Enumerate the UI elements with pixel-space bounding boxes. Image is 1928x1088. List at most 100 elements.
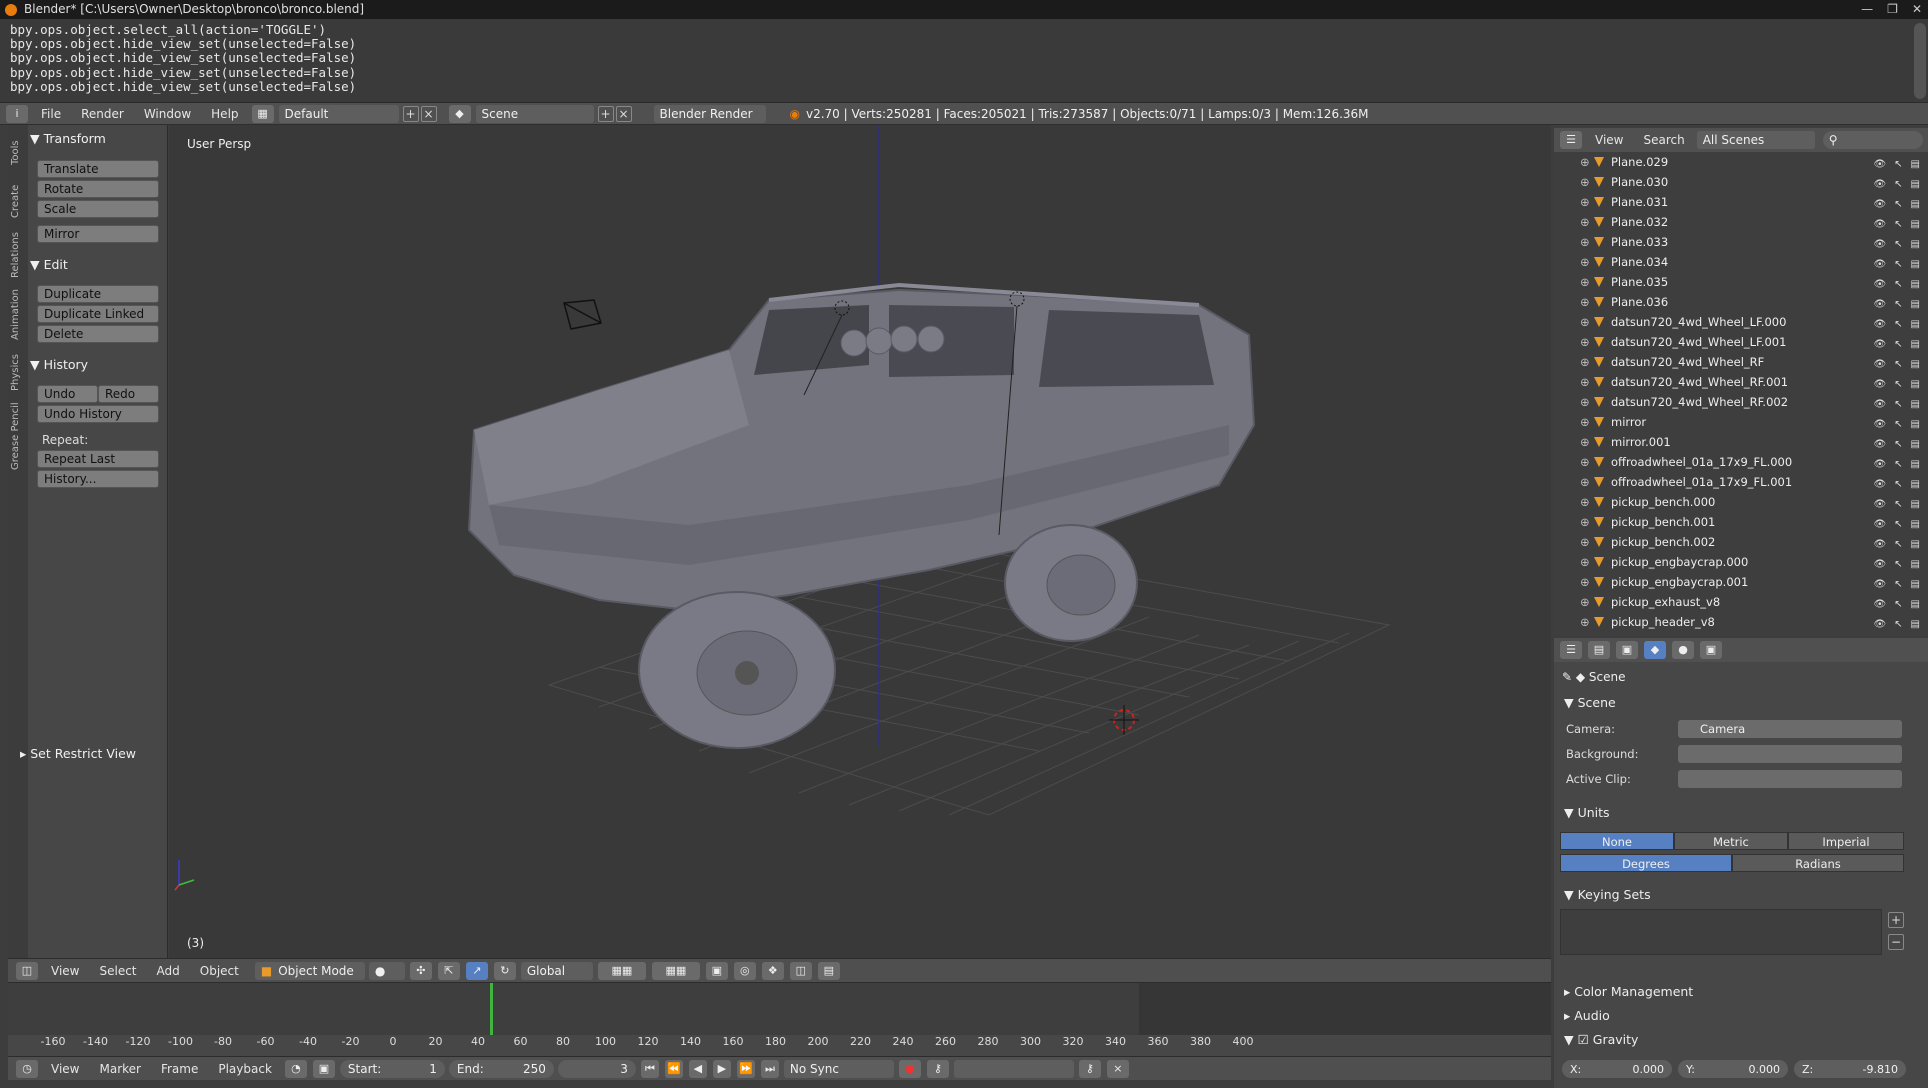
scene-tab-icon[interactable]: ◆ xyxy=(1644,641,1666,659)
add-keying-set-icon[interactable]: + xyxy=(1888,912,1904,928)
camera-field[interactable]: Camera xyxy=(1678,720,1902,738)
display-mode-select[interactable]: All Scenes xyxy=(1696,131,1815,149)
object-name[interactable]: pickup_bench.000 xyxy=(1611,492,1715,512)
expand-icon[interactable]: ⊕ xyxy=(1580,332,1590,352)
duplicate-linked-button[interactable]: Duplicate Linked xyxy=(37,305,159,323)
keying-set-select[interactable] xyxy=(953,1059,1074,1078)
lock-icon[interactable]: ▣ xyxy=(312,1059,335,1078)
outliner-row[interactable]: ⊕ datsun720_4wd_Wheel_RF.001 👁 ↖ ▤ xyxy=(1554,372,1928,392)
pivot-icon[interactable]: ✣ xyxy=(409,961,432,980)
undo-button[interactable]: Undo xyxy=(37,385,98,403)
object-name[interactable]: mirror xyxy=(1611,412,1646,432)
world-tab-icon[interactable]: ● xyxy=(1672,641,1694,659)
history-button[interactable]: History... xyxy=(37,470,159,488)
outliner[interactable]: ⊕ Plane.029 👁 ↖ ▤ ⊕ Plane.030 👁 ↖ ▤ ⊕ Plane.031 👁 ↖ ▤ ⊕… xyxy=(1554,152,1928,636)
tab-physics[interactable]: Physics xyxy=(10,349,26,397)
expand-icon[interactable]: ⊕ xyxy=(1580,512,1590,532)
outliner-row[interactable]: ⊕ Plane.035 👁 ↖ ▤ xyxy=(1554,272,1928,292)
jump-end-icon[interactable]: ⏭ xyxy=(760,1059,779,1078)
expand-icon[interactable]: ⊕ xyxy=(1580,152,1590,172)
menu-view[interactable]: View xyxy=(41,1062,89,1076)
outliner-row[interactable]: ⊕ Plane.032 👁 ↖ ▤ xyxy=(1554,212,1928,232)
scale-button[interactable]: Scale xyxy=(37,200,159,218)
remove-scene-icon[interactable]: × xyxy=(615,105,632,122)
tab-grease-pencil[interactable]: Grease Pencil xyxy=(10,401,26,471)
translate-button[interactable]: Translate xyxy=(37,160,159,178)
unit-none-button[interactable]: None xyxy=(1560,832,1674,850)
outliner-row[interactable]: ⊕ mirror 👁 ↖ ▤ xyxy=(1554,412,1928,432)
object-name[interactable]: Plane.034 xyxy=(1611,252,1668,272)
outliner-row[interactable]: ⊕ Plane.029 👁 ↖ ▤ xyxy=(1554,152,1928,172)
timeline-area[interactable] xyxy=(8,983,1551,1035)
degrees-button[interactable]: Degrees xyxy=(1560,854,1732,872)
outliner-row[interactable]: ⊕ pickup_bench.000 👁 ↖ ▤ xyxy=(1554,492,1928,512)
keying-sets-header[interactable]: ▼ Keying Sets xyxy=(1564,887,1651,902)
lock-layers-icon[interactable]: ▣ xyxy=(705,961,728,980)
preview-range-icon[interactable]: ◔ xyxy=(284,1059,307,1078)
snap-icon[interactable]: ❖ xyxy=(761,961,784,980)
unit-metric-button[interactable]: Metric xyxy=(1674,832,1788,850)
object-name[interactable]: mirror.001 xyxy=(1611,432,1671,452)
object-name[interactable]: pickup_bench.001 xyxy=(1611,512,1715,532)
expand-icon[interactable]: ⊕ xyxy=(1580,492,1590,512)
layers-icon[interactable]: ▦▦ xyxy=(597,961,646,980)
menu-select[interactable]: Select xyxy=(89,964,146,978)
end-frame-field[interactable]: End: 250 xyxy=(448,1059,554,1078)
redo-button[interactable]: Redo xyxy=(98,385,159,403)
play-reverse-icon[interactable]: ◀ xyxy=(688,1059,707,1078)
expand-icon[interactable]: ⊕ xyxy=(1580,212,1590,232)
rotate-button[interactable]: Rotate xyxy=(37,180,159,198)
object-tab-icon[interactable]: ▣ xyxy=(1700,641,1722,659)
expand-icon[interactable]: ⊕ xyxy=(1580,592,1590,612)
expand-icon[interactable]: ⊕ xyxy=(1580,252,1590,272)
tab-create[interactable]: Create xyxy=(10,177,26,225)
undo-history-button[interactable]: Undo History xyxy=(37,405,159,423)
object-name[interactable]: Plane.035 xyxy=(1611,272,1668,292)
object-name[interactable]: datsun720_4wd_Wheel_RF xyxy=(1611,352,1764,372)
current-frame-field[interactable]: 3 xyxy=(557,1059,636,1078)
expand-icon[interactable]: ⊕ xyxy=(1580,612,1590,632)
gravity-z-field[interactable]: Z: -9.810 xyxy=(1794,1060,1906,1078)
expand-icon[interactable]: ⊕ xyxy=(1580,372,1590,392)
translate-manipulator-icon[interactable]: ↗ xyxy=(465,961,488,980)
menu-help[interactable]: Help xyxy=(201,107,248,121)
object-name[interactable]: datsun720_4wd_Wheel_RF.001 xyxy=(1611,372,1788,392)
history-panel-header[interactable]: ▼ History xyxy=(30,357,88,372)
outliner-row[interactable]: ⊕ pickup_engbaycrap.001 👁 ↖ ▤ xyxy=(1554,572,1928,592)
render-engine-select[interactable]: Blender Render xyxy=(653,104,766,123)
color-management-header[interactable]: ▸ Color Management xyxy=(1564,984,1693,999)
menu-object[interactable]: Object xyxy=(190,964,249,978)
render-icon[interactable]: ◫ xyxy=(789,961,812,980)
remove-layout-icon[interactable]: × xyxy=(420,105,437,122)
set-restrict-view-header[interactable]: ▸ Set Restrict View xyxy=(20,746,136,761)
properties-editor-icon[interactable]: ☰ xyxy=(1560,641,1582,659)
tab-animation[interactable]: Animation xyxy=(10,285,26,345)
menu-window[interactable]: Window xyxy=(134,107,201,121)
close-icon[interactable]: ✕ xyxy=(1912,0,1922,19)
object-name[interactable]: pickup_bench.002 xyxy=(1611,532,1715,552)
editor-type-icon[interactable]: ◫ xyxy=(16,961,38,980)
delete-keyframe-icon[interactable]: × xyxy=(1106,1059,1129,1078)
expand-icon[interactable]: ⊕ xyxy=(1580,292,1590,312)
expand-icon[interactable]: ⊕ xyxy=(1580,432,1590,452)
keying-set-icon[interactable]: ⚷ xyxy=(926,1059,949,1078)
object-name[interactable]: datsun720_4wd_Wheel_RF.002 xyxy=(1611,392,1788,412)
visibility-icon[interactable]: 👁 xyxy=(1873,615,1886,635)
outliner-editor-icon[interactable]: ☰ xyxy=(1560,131,1582,149)
outliner-row[interactable]: ⊕ Plane.036 👁 ↖ ▤ xyxy=(1554,292,1928,312)
expand-icon[interactable]: ⊕ xyxy=(1580,452,1590,472)
insert-keyframe-icon[interactable]: ⚷ xyxy=(1078,1059,1101,1078)
menu-render[interactable]: Render xyxy=(71,107,134,121)
outliner-row[interactable]: ⊕ Plane.033 👁 ↖ ▤ xyxy=(1554,232,1928,252)
opengl-render-icon[interactable]: ▤ xyxy=(817,961,840,980)
tab-relations[interactable]: Relations xyxy=(10,229,26,281)
tab-tools[interactable]: Tools xyxy=(10,133,26,173)
object-name[interactable]: pickup_engbaycrap.000 xyxy=(1611,552,1748,572)
menu-view[interactable]: View xyxy=(1585,133,1633,147)
outliner-row[interactable]: ⊕ pickup_header_v8 👁 ↖ ▤ xyxy=(1554,612,1928,632)
expand-icon[interactable]: ⊕ xyxy=(1580,412,1590,432)
outliner-row[interactable]: ⊕ pickup_exhaust_v8 👁 ↖ ▤ xyxy=(1554,592,1928,612)
maximize-icon[interactable]: ❐ xyxy=(1887,0,1898,19)
add-scene-icon[interactable]: + xyxy=(597,105,614,122)
console-scrollbar[interactable] xyxy=(1914,23,1926,99)
